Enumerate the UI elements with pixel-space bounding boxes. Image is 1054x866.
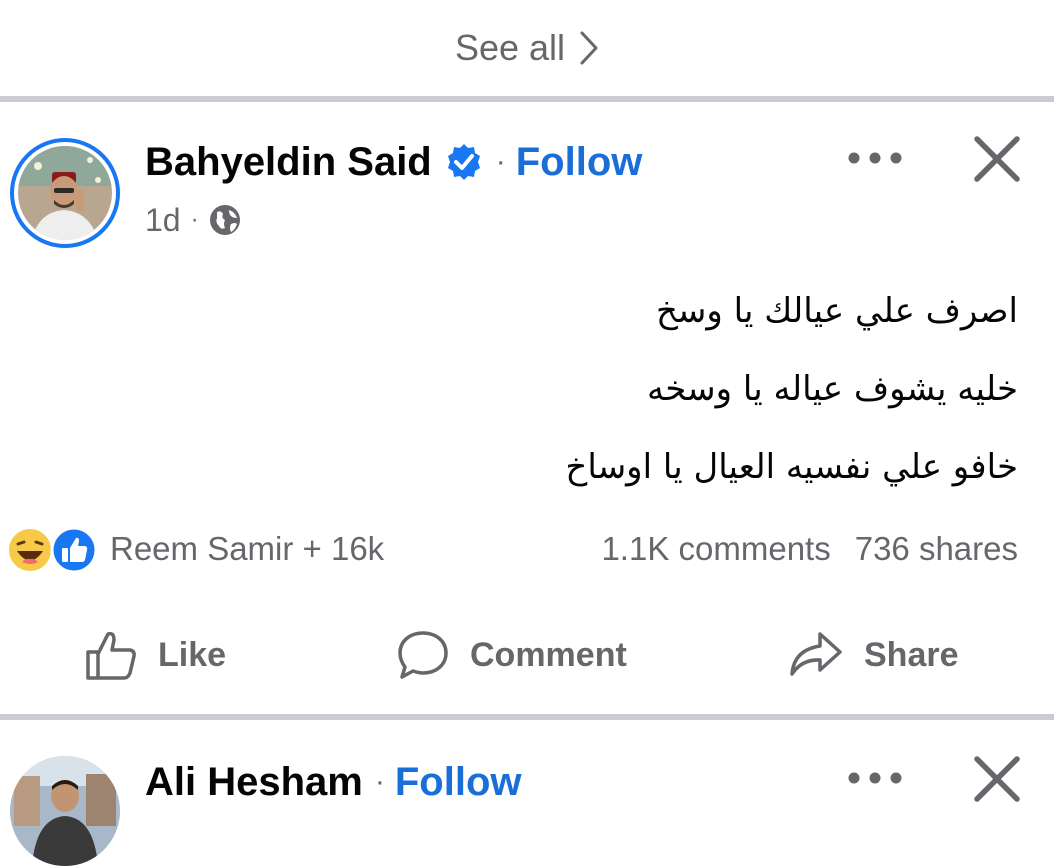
next-post-author-row: Ali Hesham · Follow [145,756,522,808]
more-options-icon[interactable] [846,766,904,790]
comment-icon [398,631,448,679]
next-author-avatar[interactable] [10,756,120,866]
separator-dot: · [374,765,385,798]
post-meta: 1d · [145,198,241,242]
separator-dot: · [495,145,506,178]
author-avatar[interactable] [10,138,120,248]
share-icon [790,632,842,676]
post-line: خافو علي نفسيه العيال يا اوساخ [565,447,1018,487]
reactions-summary[interactable]: Reem Samir + 16k [110,522,384,576]
meta-separator: · [190,206,199,233]
shares-count[interactable]: 736 shares [855,522,1018,576]
more-options-icon[interactable] [846,146,904,170]
close-icon[interactable] [972,754,1022,804]
feed-divider [0,714,1054,720]
next-follow-button[interactable]: Follow [395,760,522,805]
post-stats: 1.1K comments 736 shares [601,522,1018,576]
post-author-row: Bahyeldin Said · Follow [145,136,642,188]
like-icon [86,631,136,680]
verified-badge-icon [447,144,480,180]
comments-count[interactable]: 1.1K comments [601,522,830,576]
like-reaction-icon[interactable] [50,526,98,574]
see-all-label: See all [454,27,566,68]
close-icon[interactable] [972,134,1022,184]
next-author-name[interactable]: Ali Hesham [145,760,363,805]
post-line: خليه يشوف عياله يا وسخه [647,369,1018,409]
see-all-link[interactable]: See all [0,0,1054,96]
comment-label: Comment [470,635,627,674]
chevron-right-icon [580,31,598,65]
share-button[interactable]: Share [788,622,959,688]
haha-reaction-icon[interactable] [6,526,54,574]
like-label: Like [158,635,227,674]
post-line: اصرف علي عيالك يا وسخ [655,291,1018,331]
share-label: Share [864,635,959,674]
feed-divider [0,96,1054,102]
engagement-row: Reem Samir + 16k 1.1K comments 736 share… [0,522,1054,576]
post-body: اصرف علي عيالك يا وسخ خليه يشوف عياله يا… [318,272,1018,506]
like-button[interactable]: Like [84,622,226,688]
comment-button[interactable]: Comment [396,622,627,688]
post-timestamp[interactable]: 1d [145,202,181,239]
author-name[interactable]: Bahyeldin Said [145,140,432,185]
globe-icon [209,205,240,235]
follow-button[interactable]: Follow [516,140,643,185]
